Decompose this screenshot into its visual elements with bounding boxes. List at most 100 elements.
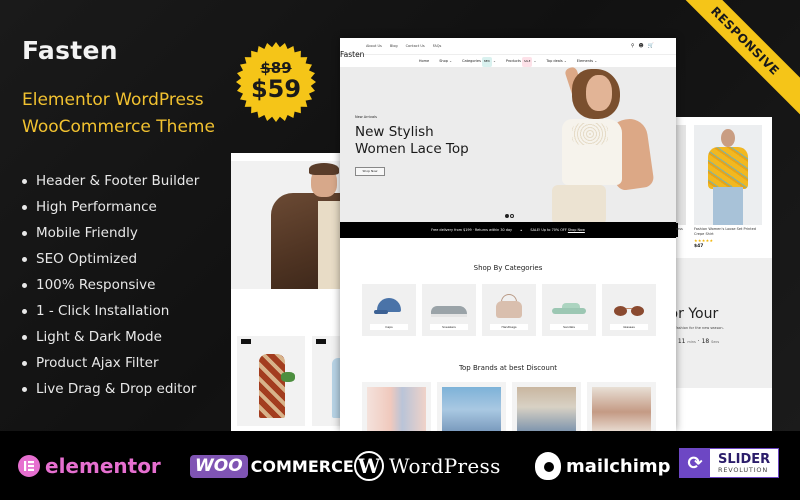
brand-card-accessories[interactable] bbox=[587, 382, 656, 431]
jacket-product-image bbox=[231, 161, 343, 289]
feature-item: Mobile Friendly bbox=[22, 220, 199, 246]
brand-card-kids[interactable] bbox=[362, 382, 431, 431]
announcement-bar: Free delivery from $199 · Returns within… bbox=[340, 222, 676, 238]
brand-card-women[interactable] bbox=[437, 382, 506, 431]
subtitle-line-2: WooCommerce Theme bbox=[22, 117, 215, 137]
bullet-icon bbox=[22, 386, 27, 392]
nav-products[interactable]: Products SALE ⌄ bbox=[506, 56, 536, 67]
hero-text: Fasten Elementor WordPress WooCommerce T… bbox=[22, 36, 242, 141]
tshirt-product-image[interactable] bbox=[694, 125, 762, 225]
search-icon[interactable]: ⚲ bbox=[631, 43, 635, 49]
sale-price: $59 bbox=[250, 75, 302, 103]
feature-item: SEO Optimized bbox=[22, 246, 199, 272]
promo-title: For Your bbox=[672, 306, 719, 322]
promo-countdown-section: For Your d fashion for the new season. ·… bbox=[672, 258, 772, 388]
category-card-sandals[interactable]: Sandals bbox=[542, 284, 596, 336]
brand-grid bbox=[362, 382, 656, 431]
nav-top-deals[interactable]: Top deals ⌄ bbox=[546, 56, 566, 66]
nav-categories[interactable]: Categories NEW ⌄ bbox=[462, 56, 496, 67]
bullet-icon bbox=[22, 360, 27, 366]
brand-title: Fasten bbox=[22, 36, 118, 65]
feature-label: Product Ajax Filter bbox=[36, 355, 159, 371]
feature-list: Header & Footer Builder High Performance… bbox=[22, 168, 199, 402]
feature-label: Header & Footer Builder bbox=[36, 173, 200, 189]
responsive-ribbon: RESPONSIVE bbox=[668, 0, 800, 118]
categories-title: Shop By Categories bbox=[473, 264, 543, 272]
announcement-shop-link[interactable]: Shop Now bbox=[568, 228, 585, 232]
mailchimp-logo: mailchimp bbox=[535, 452, 671, 480]
category-card-handbags[interactable]: Handbags bbox=[482, 284, 536, 336]
shop-now-button[interactable]: Shop Now bbox=[355, 167, 385, 176]
user-icon[interactable]: ☻ bbox=[639, 43, 644, 49]
countdown-secs: 18 bbox=[701, 338, 710, 345]
mockup-main-page: About Us Blog Contact Us FAQs Fasten ⚲ ☻… bbox=[340, 38, 676, 431]
slider-dot-1[interactable] bbox=[505, 214, 509, 218]
main-nav: Home Shop ⌄ Categories NEW ⌄ Products SALE… bbox=[340, 56, 676, 67]
category-grid: Caps Sneakers Handbags Sandals Glasses bbox=[362, 284, 656, 336]
nav-elements[interactable]: Elements ⌄ bbox=[577, 56, 597, 66]
product-card[interactable] bbox=[237, 336, 305, 426]
header-icons: ⚲ ☻ 🛒 bbox=[631, 43, 654, 49]
bullet-icon bbox=[22, 334, 27, 340]
feature-item: Header & Footer Builder bbox=[22, 168, 199, 194]
bullet-icon bbox=[22, 282, 27, 288]
feature-label: 1 - Click Installation bbox=[36, 303, 170, 319]
sale-pill: SALE bbox=[522, 57, 533, 67]
feature-item: Light & Dark Mode bbox=[22, 324, 199, 350]
feature-item: Live Drag & Drop editor bbox=[22, 376, 199, 402]
bullet-icon bbox=[22, 230, 27, 236]
announcement-delivery: Free delivery from $199 · Returns within… bbox=[431, 228, 513, 232]
refresh-icon: ⟳ bbox=[680, 449, 710, 477]
elementor-icon bbox=[18, 455, 40, 477]
rating-stars: ★★★★★ bbox=[694, 238, 714, 243]
announcement-sale: SALE! Up to 70% OFF Shop Now bbox=[530, 228, 585, 232]
discount-tag bbox=[316, 339, 326, 344]
partner-logo-bar: elementor WOO COMMERCE W WordPress mailc… bbox=[0, 431, 800, 500]
slider-dots bbox=[505, 214, 514, 218]
countdown-mins: 11 bbox=[677, 338, 686, 345]
slide-headline: New Stylish Women Lace Top bbox=[355, 124, 469, 157]
brand-card-men[interactable] bbox=[512, 382, 581, 431]
promo-subtitle: d fashion for the new season. bbox=[672, 326, 724, 330]
feature-item: 1 - Click Installation bbox=[22, 298, 199, 324]
feature-label: SEO Optimized bbox=[36, 251, 138, 267]
feature-label: 100% Responsive bbox=[36, 277, 156, 293]
brands-title: Top Brands at best Discount bbox=[458, 364, 558, 372]
sandal-image bbox=[552, 308, 586, 314]
handbag-image bbox=[496, 301, 522, 318]
hero-slider: New Arrivals New Stylish Women Lace Top … bbox=[340, 67, 676, 222]
cart-icon[interactable]: 🛒 bbox=[648, 43, 654, 49]
slide-eyebrow: New Arrivals bbox=[355, 115, 377, 119]
feature-label: Mobile Friendly bbox=[36, 225, 138, 241]
slider-dot-2[interactable] bbox=[510, 214, 514, 218]
discount-tag bbox=[241, 339, 251, 344]
product-card[interactable] bbox=[312, 336, 343, 426]
nav-shop[interactable]: Shop ⌄ bbox=[439, 56, 452, 66]
feature-label: High Performance bbox=[36, 199, 157, 215]
feature-item: High Performance bbox=[22, 194, 199, 220]
site-header: About Us Blog Contact Us FAQs Fasten ⚲ ☻… bbox=[340, 38, 676, 59]
product-price: $47 bbox=[694, 244, 704, 249]
wordpress-icon: W bbox=[354, 451, 384, 481]
bullet-icon bbox=[22, 256, 27, 262]
category-card-glasses[interactable]: Glasses bbox=[602, 284, 656, 336]
elementor-logo: elementor bbox=[18, 453, 161, 479]
price-badge: $89 $59 bbox=[236, 42, 316, 122]
slider-revolution-logo: ⟳ SLIDER REVOLUTION bbox=[679, 448, 780, 478]
mockup-left-page bbox=[231, 153, 343, 431]
nav-home[interactable]: Home bbox=[419, 56, 429, 66]
theme-subtitle: Elementor WordPress WooCommerce Theme bbox=[22, 87, 242, 141]
feature-label: Light & Dark Mode bbox=[36, 329, 162, 345]
new-pill: NEW bbox=[481, 57, 492, 67]
bullet-icon bbox=[22, 204, 27, 210]
feature-label: Live Drag & Drop editor bbox=[36, 381, 197, 397]
feature-item: Product Ajax Filter bbox=[22, 350, 199, 376]
subtitle-line-1: Elementor WordPress bbox=[22, 90, 204, 110]
bullet-icon bbox=[22, 178, 27, 184]
wordpress-logo: W WordPress bbox=[354, 451, 501, 481]
category-card-sneakers[interactable]: Sneakers bbox=[422, 284, 476, 336]
bullet-icon bbox=[22, 308, 27, 314]
product-name[interactable]: Fashion Women's Loose Set Printed Crepe … bbox=[694, 227, 764, 237]
mailchimp-icon bbox=[535, 452, 561, 480]
category-card-caps[interactable]: Caps bbox=[362, 284, 416, 336]
